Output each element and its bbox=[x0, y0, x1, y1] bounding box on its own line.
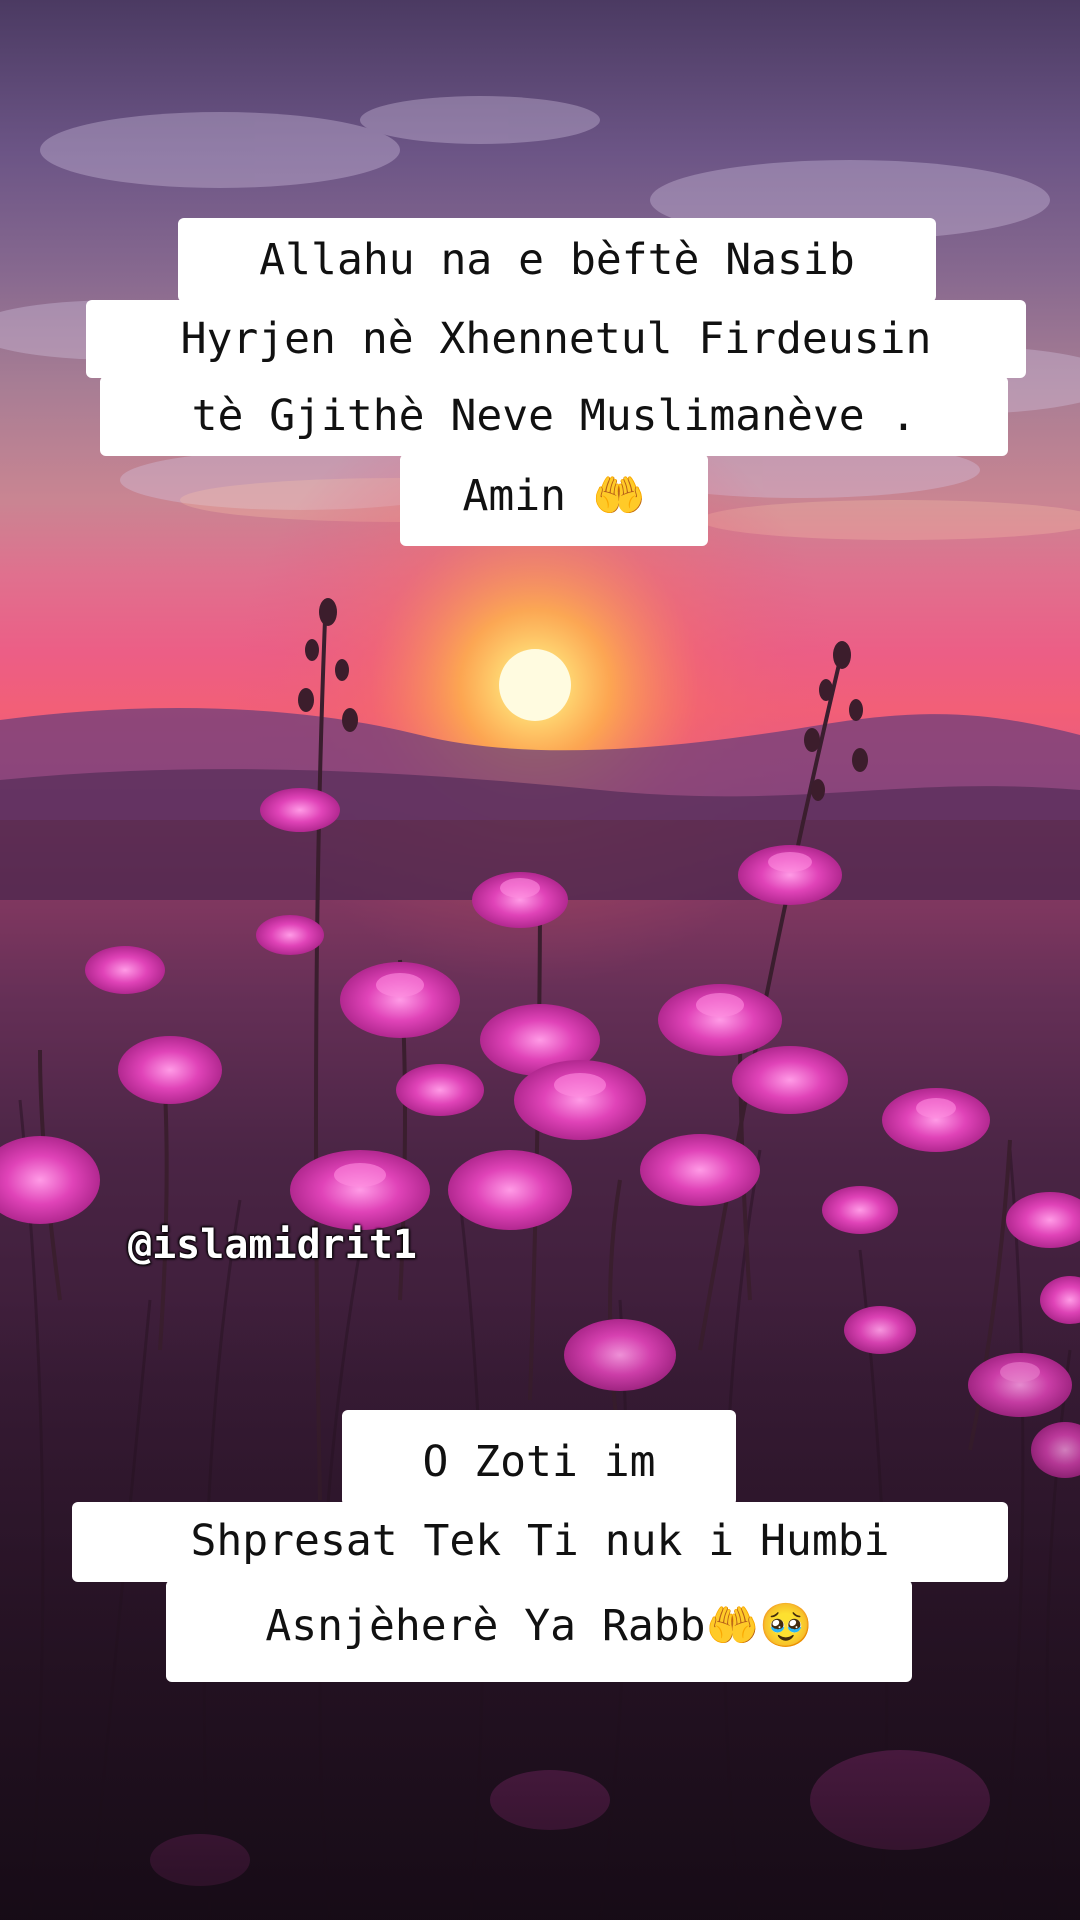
bottom-caption-line-2: Shpresat Tek Ti nuk i Humbi bbox=[72, 1502, 1008, 1582]
bottom-caption-line-3: Asnjèherè Ya Rabb🤲🥹 bbox=[166, 1580, 912, 1682]
bottom-caption-line-1: O Zoti im bbox=[342, 1410, 736, 1506]
photo-background: Allahu na e bèftè Nasib Hyrjen nè Xhenne… bbox=[0, 0, 1080, 1920]
bottom-caption: O Zoti im Shpresat Tek Ti nuk i Humbi As… bbox=[0, 0, 1080, 1920]
